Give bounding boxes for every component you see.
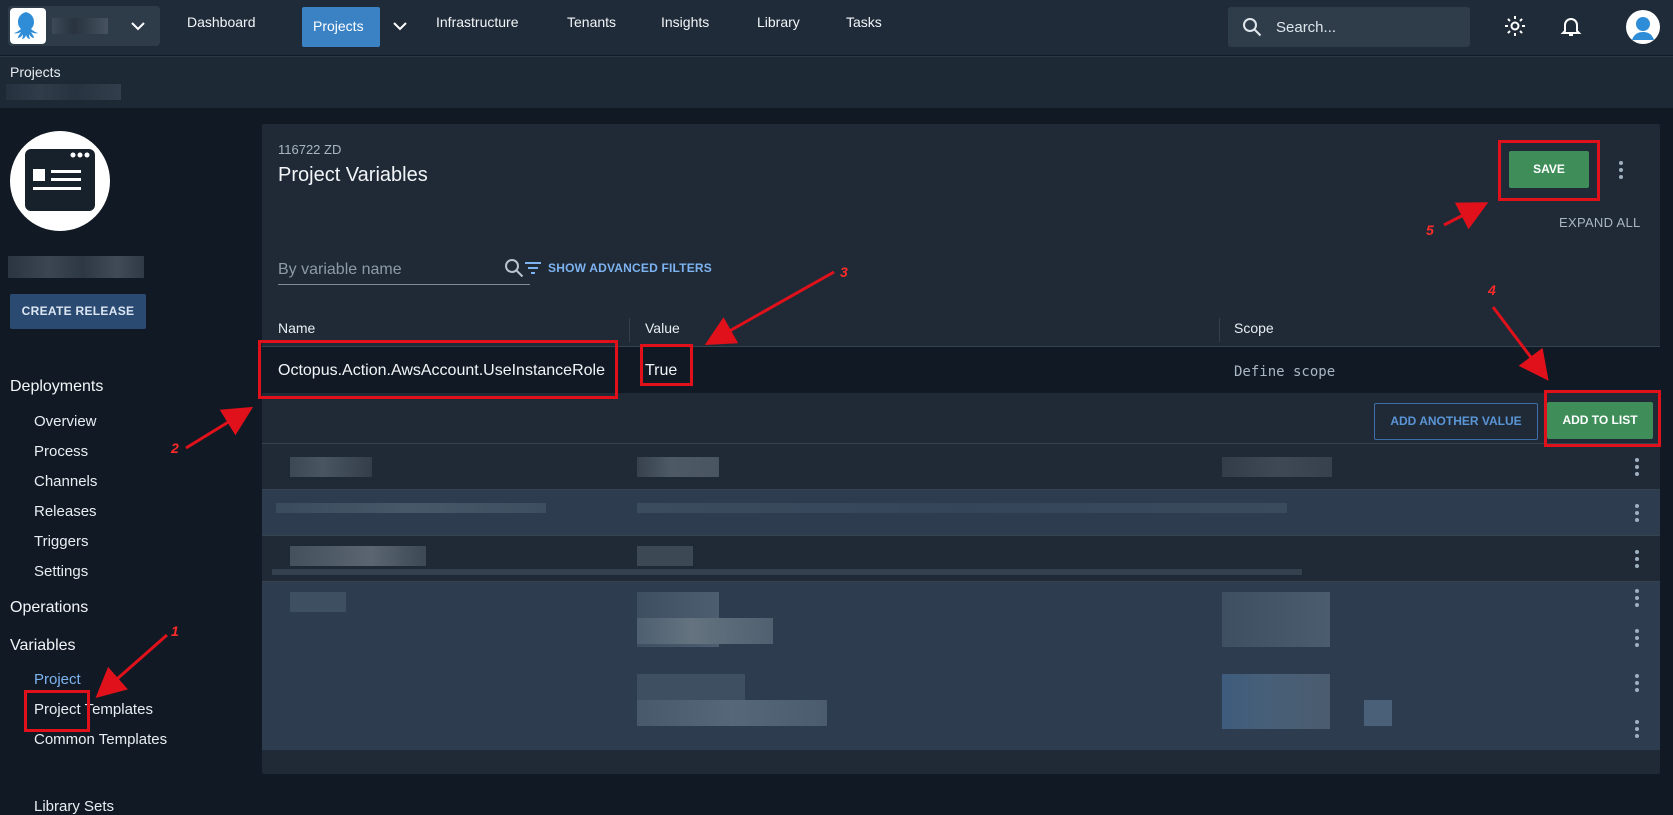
- annotation-number-1: 1: [171, 623, 179, 639]
- annotation-number-4: 4: [1488, 282, 1496, 298]
- annotation-number-2: 2: [171, 440, 179, 456]
- annotation-number-5: 5: [1426, 222, 1434, 238]
- annotation-number-3: 3: [840, 264, 848, 280]
- annotation-arrows: [95, 202, 1549, 698]
